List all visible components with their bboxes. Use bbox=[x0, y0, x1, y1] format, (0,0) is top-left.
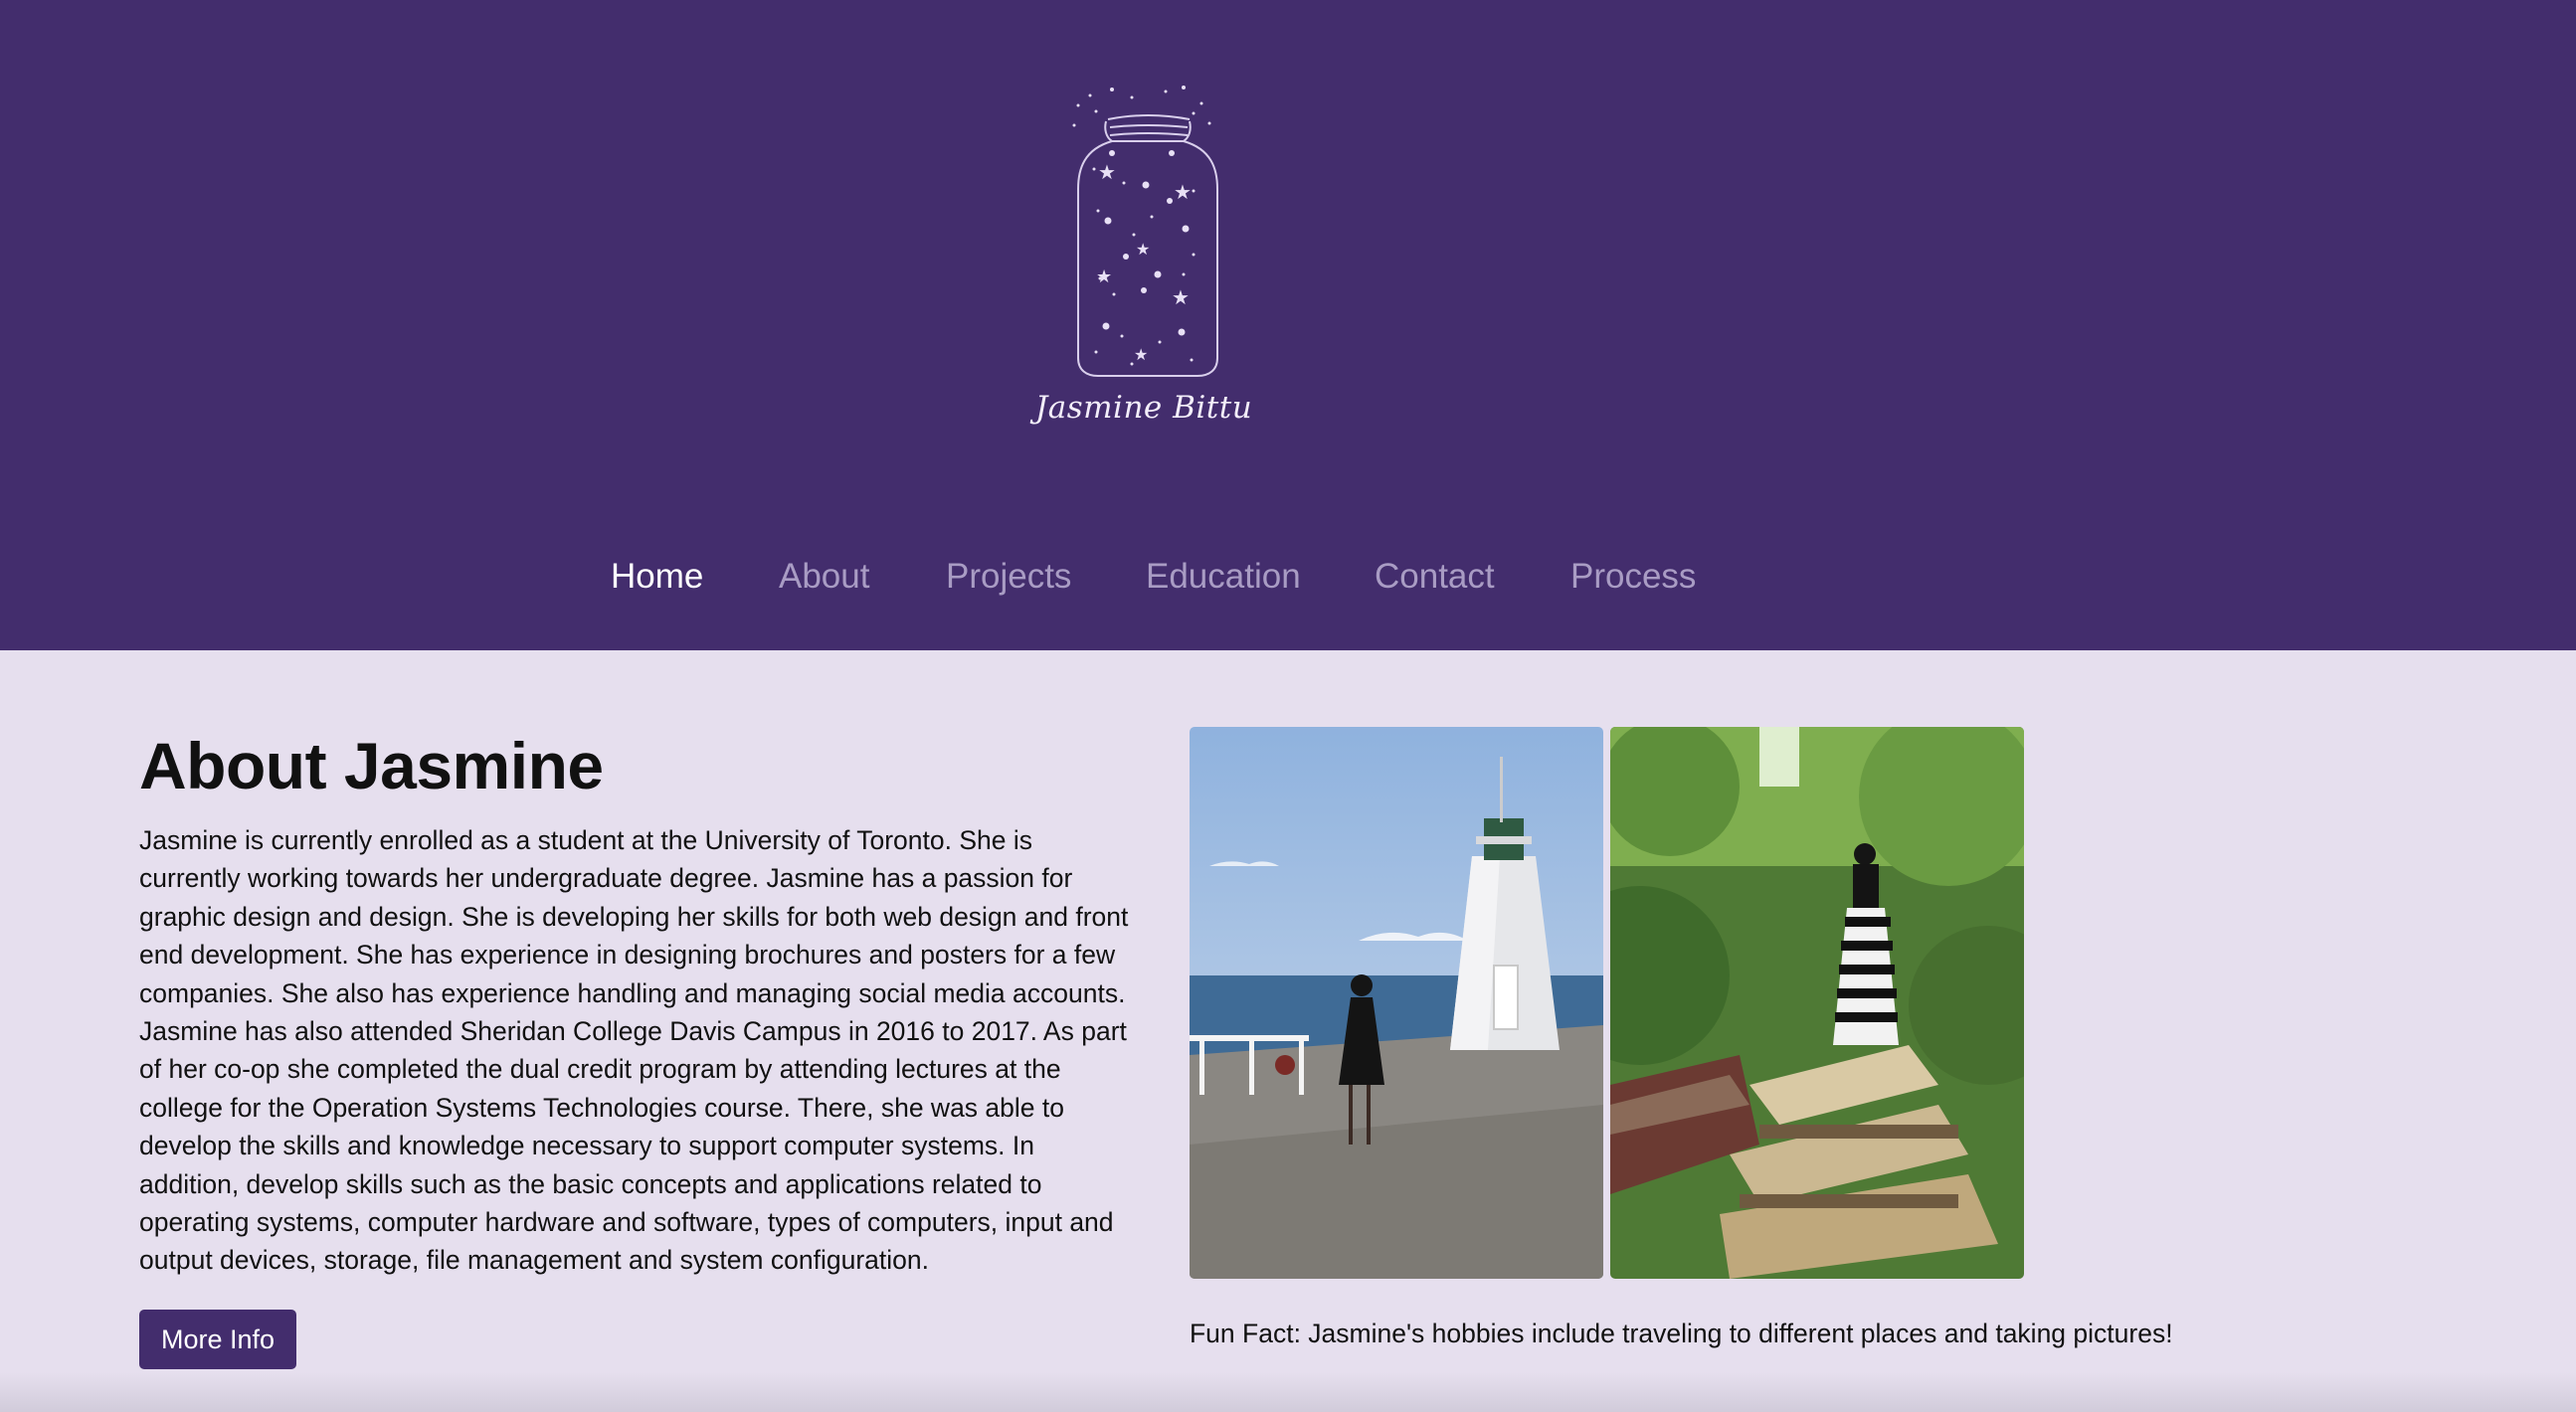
svg-text:★: ★ bbox=[1172, 285, 1190, 309]
nav-projects[interactable]: Projects bbox=[946, 557, 1071, 597]
about-body: Jasmine is currently enrolled as a stude… bbox=[139, 825, 1129, 1276]
bottom-fade bbox=[0, 1372, 2576, 1412]
logo-name: Jasmine Bittu bbox=[1034, 390, 1253, 426]
about-title: About Jasmine bbox=[139, 729, 604, 802]
nav-contact[interactable]: Contact bbox=[1375, 557, 1495, 597]
garden-stairs-photo bbox=[1610, 727, 2024, 1279]
lighthouse-photo bbox=[1190, 727, 1603, 1279]
more-info-button[interactable]: More Info bbox=[139, 1309, 297, 1369]
fun-fact-text: Fun Fact: Jasmine's hobbies include trav… bbox=[1190, 1319, 2173, 1348]
nav-process[interactable]: Process bbox=[1570, 557, 1696, 597]
nav-education[interactable]: Education bbox=[1146, 557, 1301, 597]
about-section: About Jasmine Jasmine is currently enrol… bbox=[139, 726, 1134, 1369]
svg-text:★: ★ bbox=[1174, 180, 1192, 204]
nav-about[interactable]: About bbox=[779, 557, 869, 597]
svg-text:★: ★ bbox=[1096, 266, 1112, 287]
main-nav: Home About Projects Education Contact Pr… bbox=[0, 557, 2576, 617]
svg-text:★: ★ bbox=[1136, 240, 1150, 259]
svg-text:★: ★ bbox=[1134, 345, 1148, 364]
svg-text:★: ★ bbox=[1098, 160, 1116, 184]
nav-home[interactable]: Home bbox=[611, 557, 703, 597]
site-header: ★ ★ ★ ★ ★ ★ Jasmine Bittu Home About Pro… bbox=[0, 0, 2576, 650]
